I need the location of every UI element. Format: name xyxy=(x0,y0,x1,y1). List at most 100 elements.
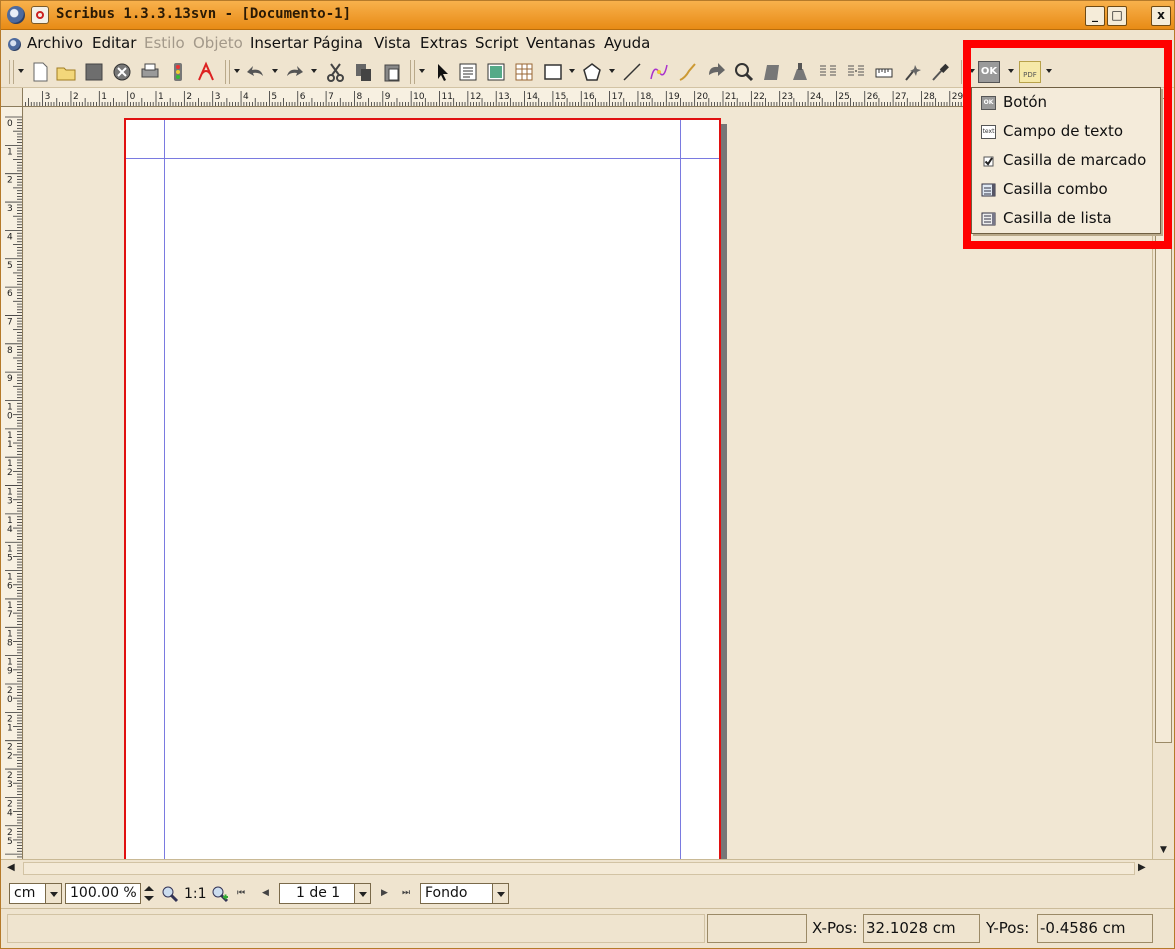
ruler-label: 28 xyxy=(923,92,935,102)
shape-icon[interactable] xyxy=(542,61,564,83)
menu-ayuda[interactable]: Ayuda xyxy=(604,34,650,52)
link-frames-icon[interactable] xyxy=(817,61,839,83)
save-icon[interactable] xyxy=(83,61,105,83)
table-icon[interactable] xyxy=(513,61,535,83)
menu-extras[interactable]: Extras xyxy=(420,34,467,52)
toolbar-grip[interactable] xyxy=(9,60,14,84)
dropdown-item-casilla-combo[interactable]: Casilla combo xyxy=(972,175,1160,204)
edit-text-icon[interactable] xyxy=(789,61,811,83)
toolbar-grip[interactable] xyxy=(225,60,230,84)
menu-archivo[interactable]: Archivo xyxy=(27,34,83,52)
paste-icon[interactable] xyxy=(381,61,403,83)
menu-pagina[interactable]: Página xyxy=(313,34,363,52)
toolbar-grip[interactable] xyxy=(410,60,415,84)
scroll-left-arrow-icon[interactable]: ◀ xyxy=(7,862,15,873)
layer-selector[interactable]: Fondo xyxy=(420,883,509,904)
cut-icon[interactable] xyxy=(325,61,347,83)
zoom-icon[interactable] xyxy=(733,61,755,83)
new-document-icon[interactable] xyxy=(29,61,51,83)
undo-icon[interactable] xyxy=(245,61,267,83)
dropdown-item-casilla-de-marcado[interactable]: Casilla de marcado xyxy=(972,146,1160,175)
pdf-annotations-menu-caret[interactable] xyxy=(1046,69,1052,73)
scribus-app-icon[interactable] xyxy=(7,6,25,24)
page-selector[interactable]: 1 de 1 xyxy=(279,883,371,904)
export-pdf-icon[interactable] xyxy=(195,61,217,83)
zoom-1to1-button[interactable]: 1:1 xyxy=(184,886,207,902)
copy-icon[interactable] xyxy=(353,61,375,83)
eyedropper-icon[interactable] xyxy=(929,61,951,83)
menu-vista[interactable]: Vista xyxy=(374,34,411,52)
ruler-label: 16 xyxy=(583,92,595,102)
chevron-down-icon[interactable] xyxy=(45,884,61,903)
toolbar-menu-caret[interactable] xyxy=(419,69,425,73)
window-menu-icon[interactable] xyxy=(31,6,49,24)
ruler-label: 26 xyxy=(867,92,879,102)
menu-objeto[interactable]: Objeto xyxy=(193,34,243,52)
chevron-down-icon[interactable] xyxy=(354,884,370,903)
edit-contents-icon[interactable] xyxy=(761,61,783,83)
previous-page-icon[interactable]: ◀ xyxy=(262,888,269,898)
first-page-icon[interactable]: ⏮ xyxy=(237,888,245,898)
image-frame-icon[interactable] xyxy=(485,61,507,83)
dropdown-item-casilla-de-lista[interactable]: Casilla de lista xyxy=(972,204,1160,233)
zoom-in-icon[interactable] xyxy=(211,885,229,903)
menu-insertar[interactable]: Insertar xyxy=(250,34,308,52)
ruler-label: 4 xyxy=(7,808,13,818)
rotate-icon[interactable] xyxy=(705,61,727,83)
last-page-icon[interactable]: ⏭ xyxy=(402,888,410,898)
unit-selector[interactable]: cm xyxy=(9,883,62,904)
zoom-out-icon[interactable] xyxy=(161,885,179,903)
menu-ventanas[interactable]: Ventanas xyxy=(526,34,595,52)
open-folder-icon[interactable] xyxy=(55,61,77,83)
dropdown-item-campo-de-texto[interactable]: text Campo de texto xyxy=(972,117,1160,146)
bezier-icon[interactable] xyxy=(648,61,670,83)
text-frame-icon[interactable] xyxy=(457,61,479,83)
toolbar-grip[interactable] xyxy=(961,60,966,84)
zoom-field[interactable]: 100.00 % xyxy=(65,883,141,904)
line-icon[interactable] xyxy=(621,61,643,83)
next-page-icon[interactable]: ▶ xyxy=(381,888,388,898)
close-button[interactable]: x xyxy=(1151,6,1171,26)
menu-editar[interactable]: Editar xyxy=(92,34,136,52)
scroll-right-arrow-icon[interactable]: ▶ xyxy=(1138,862,1152,876)
maximize-button[interactable]: □ xyxy=(1107,6,1127,26)
polygon-menu-caret[interactable] xyxy=(609,69,615,73)
dropdown-item-boton[interactable]: OK Botón xyxy=(972,88,1160,117)
title-bar[interactable]: Scribus 1.3.3.13svn - [Documento-1] _ □ … xyxy=(1,1,1174,30)
redo-icon[interactable] xyxy=(283,61,305,83)
close-document-icon[interactable] xyxy=(111,61,133,83)
undo-menu-caret[interactable] xyxy=(272,69,278,73)
ruler-label: 22 xyxy=(753,92,764,102)
measure-icon[interactable] xyxy=(873,61,895,83)
pdf-tools-dropdown: OK Botón text Campo de texto Casilla de … xyxy=(971,87,1161,234)
preflight-icon[interactable] xyxy=(167,61,189,83)
shape-menu-caret[interactable] xyxy=(569,69,575,73)
vertical-ruler[interactable]: 0123456789101112131415161718192021222324… xyxy=(1,107,23,859)
scroll-down-arrow-icon[interactable]: ▼ xyxy=(1156,845,1171,857)
print-icon[interactable] xyxy=(139,61,161,83)
navigation-bar: cm 100.00 % 1:1 ⏮ ◀ 1 de 1 ▶ ⏭ Fondo xyxy=(1,877,1174,909)
minimize-button[interactable]: _ xyxy=(1085,6,1105,26)
document-menu-icon[interactable] xyxy=(8,38,21,51)
horizontal-scroll-thumb[interactable] xyxy=(23,862,1135,875)
redo-menu-caret[interactable] xyxy=(311,69,317,73)
menu-script[interactable]: Script xyxy=(475,34,519,52)
toolbar-menu-caret[interactable] xyxy=(969,69,975,73)
toolbar-menu-caret[interactable] xyxy=(18,69,24,73)
select-icon[interactable] xyxy=(431,61,453,83)
ruler-label: 8 xyxy=(356,92,362,102)
chevron-down-icon[interactable] xyxy=(492,884,508,903)
polygon-icon[interactable] xyxy=(581,61,603,83)
freehand-icon[interactable] xyxy=(677,61,699,83)
copy-properties-icon[interactable] xyxy=(901,61,923,83)
menu-estilo[interactable]: Estilo xyxy=(144,34,185,52)
ruler-label: 5 xyxy=(7,837,13,847)
document-page[interactable] xyxy=(124,118,721,859)
unlink-frames-icon[interactable] xyxy=(845,61,867,83)
pdf-annotation-tool-icon[interactable]: PDF xyxy=(1019,61,1041,83)
zoom-spinner[interactable] xyxy=(142,883,156,904)
toolbar-menu-caret[interactable] xyxy=(234,69,240,73)
pdf-button-tool-icon[interactable]: OK xyxy=(978,61,1000,83)
pdf-tools-menu-caret[interactable] xyxy=(1008,69,1014,73)
horizontal-scrollbar[interactable]: ◀ ▶ xyxy=(1,859,1174,877)
